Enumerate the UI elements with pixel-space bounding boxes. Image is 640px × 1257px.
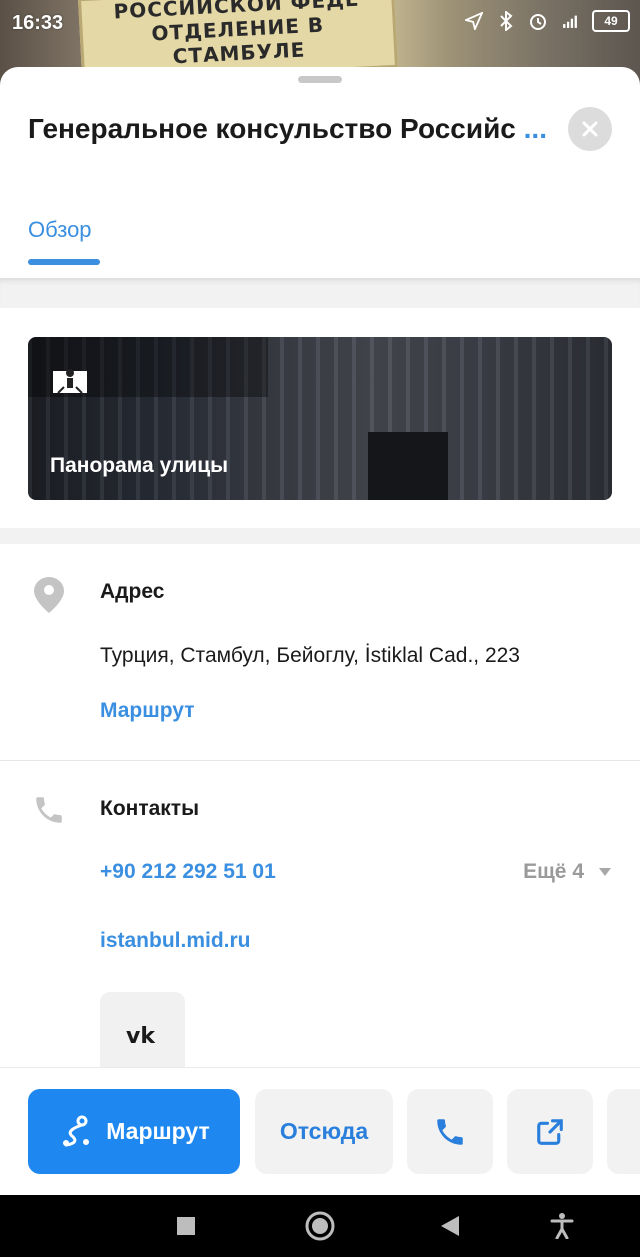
recent-apps-icon[interactable] xyxy=(176,1216,196,1241)
external-link-icon xyxy=(537,1118,563,1145)
address-value[interactable]: Турция, Стамбул, Бейоглу, İstiklal Cad.,… xyxy=(100,644,520,668)
location-arrow-icon xyxy=(464,10,484,32)
vk-button[interactable]: vk xyxy=(100,992,185,1077)
tab-active-indicator xyxy=(28,259,100,265)
tab-overview[interactable]: Обзор xyxy=(28,217,92,243)
open-external-button[interactable] xyxy=(507,1089,593,1174)
more-phones-button[interactable]: Ещё 4 xyxy=(523,860,612,884)
phone-icon xyxy=(32,793,66,832)
location-pin-icon xyxy=(32,575,66,620)
phone-icon xyxy=(437,1118,463,1145)
battery-indicator: 49 xyxy=(592,10,630,32)
close-button[interactable] xyxy=(568,107,612,151)
chevron-down-icon xyxy=(599,868,611,876)
svg-text:vk: vk xyxy=(126,1024,156,1046)
place-title: Генеральное консульство Российс ... xyxy=(28,113,547,145)
status-bar: 16:33 49 xyxy=(0,0,640,50)
call-button[interactable] xyxy=(407,1089,493,1174)
section-separator xyxy=(0,278,640,308)
address-label: Адрес xyxy=(100,580,165,603)
panorama-label: Панорама улицы xyxy=(50,454,229,477)
divider xyxy=(0,760,640,761)
street-panorama-card[interactable]: Панорама улицы xyxy=(28,337,612,500)
place-card: Генеральное консульство Российс ... Обзо… xyxy=(0,67,640,1195)
from-here-button[interactable]: Отсюда xyxy=(255,1089,393,1174)
more-phones-label: Ещё 4 xyxy=(523,860,584,883)
close-icon xyxy=(582,121,598,137)
bluetooth-icon xyxy=(496,10,516,32)
accessibility-icon[interactable] xyxy=(550,1213,574,1244)
alarm-icon xyxy=(528,10,548,32)
system-nav-bar xyxy=(0,1195,640,1257)
contacts-label: Контакты xyxy=(100,797,200,820)
panorama-icon xyxy=(50,363,90,404)
vk-icon: vk xyxy=(126,1024,156,1046)
place-title-text: Генеральное консульство Российс xyxy=(28,113,516,144)
status-time: 16:33 xyxy=(12,12,64,34)
address-route-link[interactable]: Маршрут xyxy=(100,699,195,723)
route-button-label: Маршрут xyxy=(106,1118,210,1144)
phone-link[interactable]: +90 212 292 51 01 xyxy=(100,860,276,884)
section-separator xyxy=(0,528,640,544)
action-bar: Маршрут Отсюда xyxy=(0,1067,640,1195)
back-icon[interactable] xyxy=(440,1215,460,1242)
route-icon xyxy=(63,1115,90,1146)
website-link[interactable]: istanbul.mid.ru xyxy=(100,929,251,953)
signal-4g-icon xyxy=(560,10,580,32)
home-icon[interactable] xyxy=(304,1210,336,1247)
from-here-label: Отсюда xyxy=(279,1118,369,1144)
title-expand[interactable]: ... xyxy=(524,113,547,144)
more-actions-button[interactable] xyxy=(607,1089,640,1174)
sheet-grabber[interactable] xyxy=(298,76,342,83)
route-button[interactable]: Маршрут xyxy=(28,1089,240,1174)
